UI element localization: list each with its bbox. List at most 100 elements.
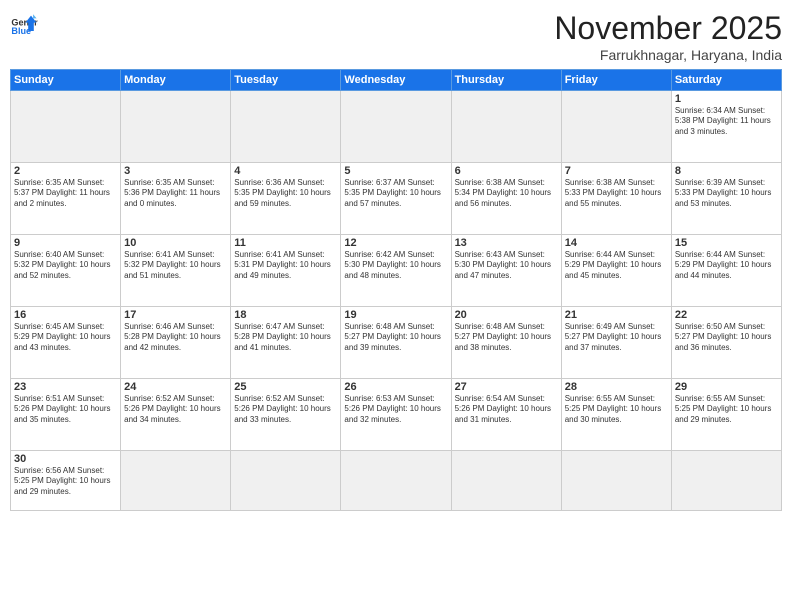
day-number: 11 (234, 237, 337, 249)
month-title: November 2025 (554, 10, 782, 47)
day-info: Sunrise: 6:39 AM Sunset: 5:33 PM Dayligh… (675, 178, 778, 209)
calendar-cell: 10Sunrise: 6:41 AM Sunset: 5:32 PM Dayli… (121, 235, 231, 307)
calendar-cell: 7Sunrise: 6:38 AM Sunset: 5:33 PM Daylig… (561, 163, 671, 235)
day-number: 4 (234, 165, 337, 177)
calendar-cell (341, 91, 451, 163)
calendar-cell: 24Sunrise: 6:52 AM Sunset: 5:26 PM Dayli… (121, 379, 231, 451)
calendar-cell: 6Sunrise: 6:38 AM Sunset: 5:34 PM Daylig… (451, 163, 561, 235)
day-info: Sunrise: 6:44 AM Sunset: 5:29 PM Dayligh… (565, 250, 668, 281)
calendar-cell: 16Sunrise: 6:45 AM Sunset: 5:29 PM Dayli… (11, 307, 121, 379)
weekday-tuesday: Tuesday (231, 70, 341, 91)
weekday-sunday: Sunday (11, 70, 121, 91)
logo-icon: General Blue (10, 10, 38, 38)
day-number: 10 (124, 237, 227, 249)
calendar-cell: 25Sunrise: 6:52 AM Sunset: 5:26 PM Dayli… (231, 379, 341, 451)
day-number: 25 (234, 381, 337, 393)
calendar-cell (231, 91, 341, 163)
calendar-cell (341, 451, 451, 511)
calendar-cell (231, 451, 341, 511)
day-info: Sunrise: 6:51 AM Sunset: 5:26 PM Dayligh… (14, 394, 117, 425)
day-info: Sunrise: 6:47 AM Sunset: 5:28 PM Dayligh… (234, 322, 337, 353)
week-row-4: 16Sunrise: 6:45 AM Sunset: 5:29 PM Dayli… (11, 307, 782, 379)
calendar-cell: 28Sunrise: 6:55 AM Sunset: 5:25 PM Dayli… (561, 379, 671, 451)
day-number: 17 (124, 309, 227, 321)
calendar-cell: 2Sunrise: 6:35 AM Sunset: 5:37 PM Daylig… (11, 163, 121, 235)
calendar-cell: 14Sunrise: 6:44 AM Sunset: 5:29 PM Dayli… (561, 235, 671, 307)
day-info: Sunrise: 6:38 AM Sunset: 5:34 PM Dayligh… (455, 178, 558, 209)
calendar: SundayMondayTuesdayWednesdayThursdayFrid… (10, 69, 782, 511)
week-row-5: 23Sunrise: 6:51 AM Sunset: 5:26 PM Dayli… (11, 379, 782, 451)
day-number: 12 (344, 237, 447, 249)
calendar-cell: 21Sunrise: 6:49 AM Sunset: 5:27 PM Dayli… (561, 307, 671, 379)
day-info: Sunrise: 6:36 AM Sunset: 5:35 PM Dayligh… (234, 178, 337, 209)
calendar-cell (561, 451, 671, 511)
day-number: 21 (565, 309, 668, 321)
day-number: 27 (455, 381, 558, 393)
calendar-cell: 18Sunrise: 6:47 AM Sunset: 5:28 PM Dayli… (231, 307, 341, 379)
weekday-wednesday: Wednesday (341, 70, 451, 91)
day-info: Sunrise: 6:41 AM Sunset: 5:31 PM Dayligh… (234, 250, 337, 281)
calendar-cell: 19Sunrise: 6:48 AM Sunset: 5:27 PM Dayli… (341, 307, 451, 379)
calendar-cell (121, 91, 231, 163)
day-number: 19 (344, 309, 447, 321)
day-info: Sunrise: 6:52 AM Sunset: 5:26 PM Dayligh… (124, 394, 227, 425)
day-info: Sunrise: 6:52 AM Sunset: 5:26 PM Dayligh… (234, 394, 337, 425)
week-row-2: 2Sunrise: 6:35 AM Sunset: 5:37 PM Daylig… (11, 163, 782, 235)
calendar-cell: 27Sunrise: 6:54 AM Sunset: 5:26 PM Dayli… (451, 379, 561, 451)
calendar-cell (451, 91, 561, 163)
day-info: Sunrise: 6:55 AM Sunset: 5:25 PM Dayligh… (675, 394, 778, 425)
week-row-6: 30Sunrise: 6:56 AM Sunset: 5:25 PM Dayli… (11, 451, 782, 511)
weekday-header-row: SundayMondayTuesdayWednesdayThursdayFrid… (11, 70, 782, 91)
calendar-cell: 17Sunrise: 6:46 AM Sunset: 5:28 PM Dayli… (121, 307, 231, 379)
day-number: 8 (675, 165, 778, 177)
calendar-cell: 30Sunrise: 6:56 AM Sunset: 5:25 PM Dayli… (11, 451, 121, 511)
day-number: 7 (565, 165, 668, 177)
day-info: Sunrise: 6:48 AM Sunset: 5:27 PM Dayligh… (344, 322, 447, 353)
week-row-3: 9Sunrise: 6:40 AM Sunset: 5:32 PM Daylig… (11, 235, 782, 307)
day-info: Sunrise: 6:34 AM Sunset: 5:38 PM Dayligh… (675, 106, 778, 137)
day-number: 2 (14, 165, 117, 177)
day-number: 28 (565, 381, 668, 393)
logo: General Blue (10, 10, 38, 38)
day-info: Sunrise: 6:56 AM Sunset: 5:25 PM Dayligh… (14, 466, 117, 497)
day-info: Sunrise: 6:49 AM Sunset: 5:27 PM Dayligh… (565, 322, 668, 353)
calendar-cell (121, 451, 231, 511)
page: General Blue November 2025 Farrukhnagar,… (0, 0, 792, 612)
day-info: Sunrise: 6:38 AM Sunset: 5:33 PM Dayligh… (565, 178, 668, 209)
day-info: Sunrise: 6:55 AM Sunset: 5:25 PM Dayligh… (565, 394, 668, 425)
calendar-cell: 22Sunrise: 6:50 AM Sunset: 5:27 PM Dayli… (671, 307, 781, 379)
day-number: 24 (124, 381, 227, 393)
day-number: 6 (455, 165, 558, 177)
day-number: 20 (455, 309, 558, 321)
calendar-cell: 9Sunrise: 6:40 AM Sunset: 5:32 PM Daylig… (11, 235, 121, 307)
day-number: 15 (675, 237, 778, 249)
day-info: Sunrise: 6:44 AM Sunset: 5:29 PM Dayligh… (675, 250, 778, 281)
title-block: November 2025 Farrukhnagar, Haryana, Ind… (554, 10, 782, 63)
day-number: 5 (344, 165, 447, 177)
day-number: 1 (675, 93, 778, 105)
day-info: Sunrise: 6:42 AM Sunset: 5:30 PM Dayligh… (344, 250, 447, 281)
calendar-cell: 29Sunrise: 6:55 AM Sunset: 5:25 PM Dayli… (671, 379, 781, 451)
day-info: Sunrise: 6:41 AM Sunset: 5:32 PM Dayligh… (124, 250, 227, 281)
calendar-cell: 4Sunrise: 6:36 AM Sunset: 5:35 PM Daylig… (231, 163, 341, 235)
weekday-friday: Friday (561, 70, 671, 91)
svg-text:Blue: Blue (11, 26, 31, 36)
calendar-cell: 11Sunrise: 6:41 AM Sunset: 5:31 PM Dayli… (231, 235, 341, 307)
calendar-cell: 8Sunrise: 6:39 AM Sunset: 5:33 PM Daylig… (671, 163, 781, 235)
day-info: Sunrise: 6:48 AM Sunset: 5:27 PM Dayligh… (455, 322, 558, 353)
calendar-cell: 3Sunrise: 6:35 AM Sunset: 5:36 PM Daylig… (121, 163, 231, 235)
calendar-cell (561, 91, 671, 163)
day-info: Sunrise: 6:54 AM Sunset: 5:26 PM Dayligh… (455, 394, 558, 425)
weekday-thursday: Thursday (451, 70, 561, 91)
calendar-cell: 13Sunrise: 6:43 AM Sunset: 5:30 PM Dayli… (451, 235, 561, 307)
calendar-cell (451, 451, 561, 511)
day-info: Sunrise: 6:40 AM Sunset: 5:32 PM Dayligh… (14, 250, 117, 281)
calendar-cell: 1Sunrise: 6:34 AM Sunset: 5:38 PM Daylig… (671, 91, 781, 163)
day-number: 29 (675, 381, 778, 393)
calendar-cell: 20Sunrise: 6:48 AM Sunset: 5:27 PM Dayli… (451, 307, 561, 379)
location: Farrukhnagar, Haryana, India (554, 47, 782, 63)
day-number: 14 (565, 237, 668, 249)
day-number: 9 (14, 237, 117, 249)
day-number: 13 (455, 237, 558, 249)
calendar-cell (671, 451, 781, 511)
